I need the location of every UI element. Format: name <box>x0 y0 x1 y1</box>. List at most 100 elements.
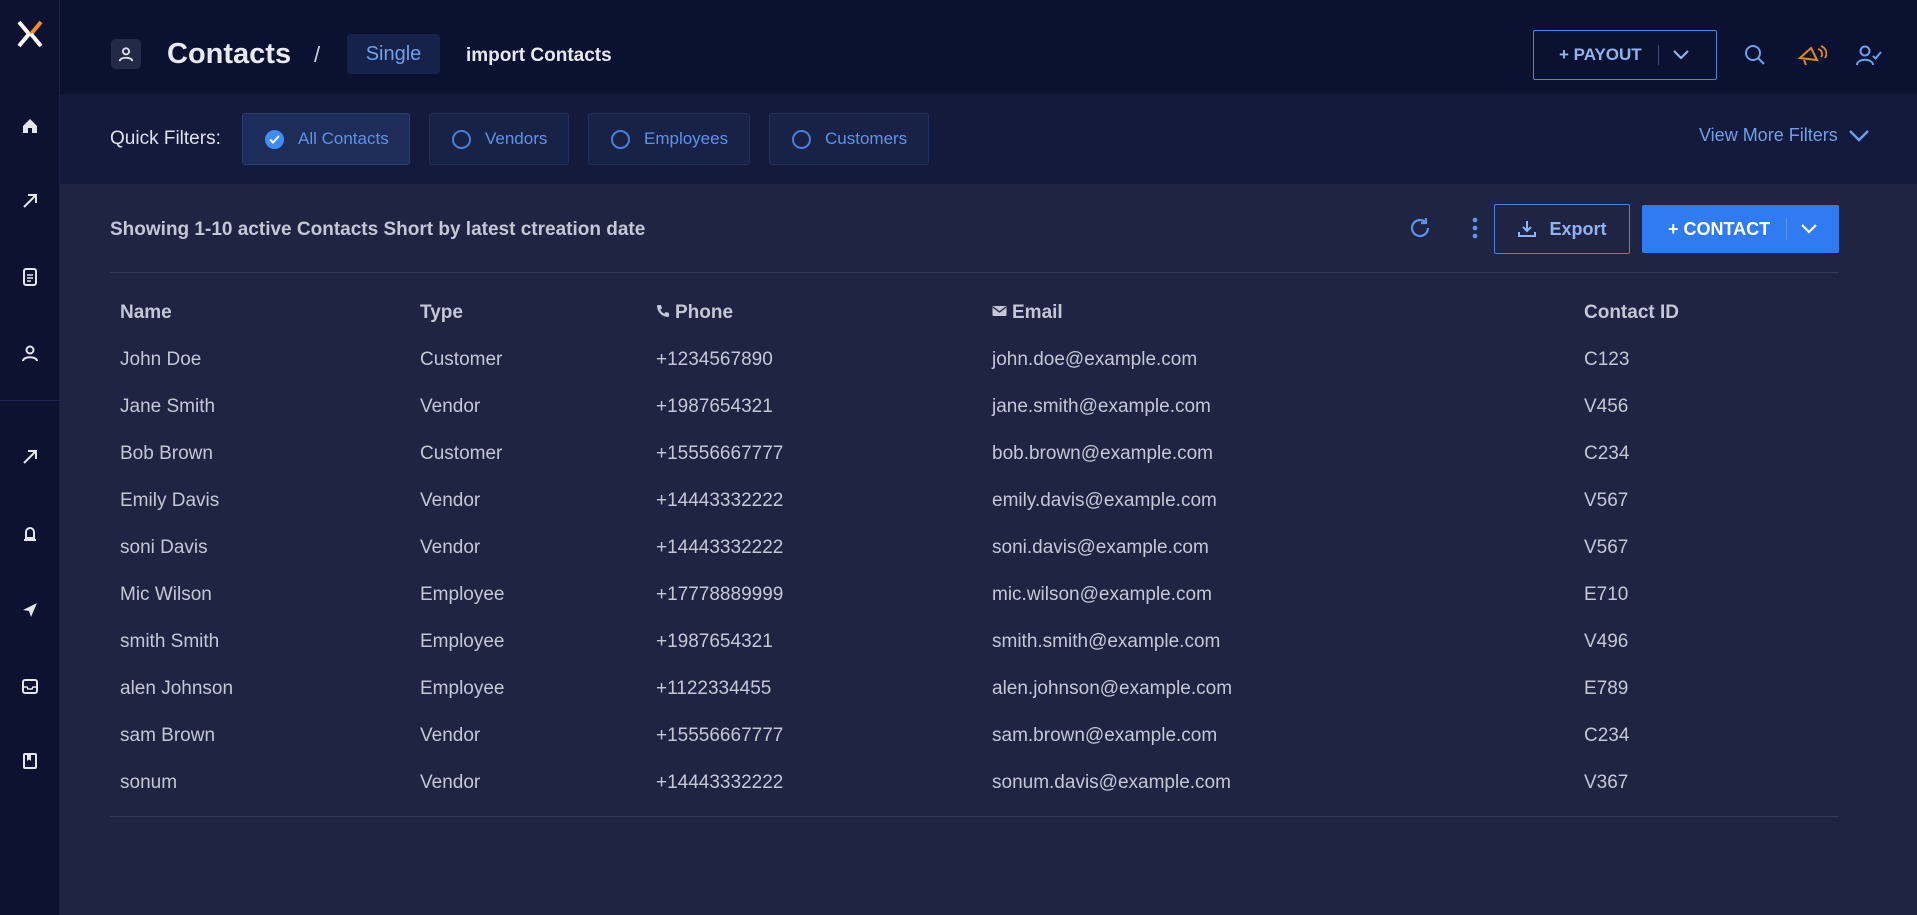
table-row[interactable]: John Doe Customer +1234567890 john.doe@e… <box>110 336 1839 383</box>
add-contact-label: + CONTACT <box>1668 218 1771 239</box>
bell-icon <box>24 527 36 541</box>
table-row[interactable]: smith Smith Employee +1987654321 smith.s… <box>110 618 1839 665</box>
table-row[interactable]: alen Johnson Employee +1122334455 alen.j… <box>110 665 1839 712</box>
cell-email: soni.davis@example.com <box>992 537 1209 558</box>
table-row[interactable]: soni Davis Vendor +14443332222 soni.davi… <box>110 524 1839 571</box>
sidebar <box>0 0 60 915</box>
export-button[interactable]: Export <box>1494 204 1630 254</box>
cell-email: sonum.davis@example.com <box>992 772 1231 793</box>
quick-filters-label: Quick Filters: <box>110 128 221 149</box>
column-header-phone[interactable]: Phone <box>656 289 733 336</box>
cell-phone: +15556667777 <box>656 725 784 746</box>
cell-email: mic.wilson@example.com <box>992 584 1212 605</box>
add-contact-divider <box>1786 218 1788 240</box>
arrow-up-right-icon <box>23 194 37 208</box>
column-header-email[interactable]: Email <box>992 289 1063 336</box>
filter-employees[interactable]: Employees <box>588 113 750 165</box>
sidebar-payouts[interactable] <box>0 437 60 477</box>
filter-customers[interactable]: Customers <box>769 113 929 165</box>
cell-contact-id: C234 <box>1584 443 1630 464</box>
cell-phone: +14443332222 <box>656 772 784 793</box>
payout-button[interactable]: + PAYOUT <box>1533 30 1717 80</box>
cell-email: bob.brown@example.com <box>992 443 1214 464</box>
home-icon <box>23 119 37 133</box>
sidebar-transfers[interactable] <box>0 181 60 221</box>
radio-icon <box>792 129 811 149</box>
export-label: Export <box>1549 218 1607 239</box>
envelope-icon <box>992 305 1007 316</box>
cell-name: smith Smith <box>120 631 220 652</box>
user-icon <box>22 345 38 362</box>
sidebar-documents[interactable] <box>0 257 60 297</box>
contacts-table: Name Type Phone Email Contact ID John Do… <box>110 289 1839 806</box>
cell-email: alen.johnson@example.com <box>992 678 1233 699</box>
filter-label: Vendors <box>485 129 548 148</box>
quick-filters-bar: Quick Filters: All Contacts Vendors Empl… <box>60 94 1917 184</box>
sidebar-inbox[interactable] <box>0 666 60 706</box>
add-contact-button[interactable]: + CONTACT <box>1642 205 1839 253</box>
cell-contact-id: V367 <box>1584 772 1629 793</box>
cell-email: john.doe@example.com <box>992 349 1198 370</box>
user-account-icon[interactable] <box>1854 40 1884 70</box>
filter-label: Employees <box>644 129 729 148</box>
sidebar-home[interactable] <box>0 106 60 146</box>
column-header-type[interactable]: Type <box>420 289 463 336</box>
cell-contact-id: V456 <box>1584 396 1629 417</box>
tab-single[interactable]: Single <box>347 34 440 74</box>
column-header-contact-id[interactable]: Contact ID <box>1584 289 1679 336</box>
radio-icon <box>611 129 630 149</box>
cell-name: Bob Brown <box>120 443 213 464</box>
chevron-down-icon[interactable] <box>1672 50 1689 60</box>
cell-type: Vendor <box>420 725 481 746</box>
arrow-up-right-icon <box>23 450 37 464</box>
view-more-filters-link[interactable]: View More Filters <box>1699 125 1870 146</box>
cell-email: smith.smith@example.com <box>992 631 1221 652</box>
cell-name: Emily Davis <box>120 490 220 511</box>
column-header-name[interactable]: Name <box>120 289 172 336</box>
filter-vendors[interactable]: Vendors <box>429 113 569 165</box>
cell-email: jane.smith@example.com <box>992 396 1211 417</box>
table-row[interactable]: Bob Brown Customer +15556667777 bob.brow… <box>110 430 1839 477</box>
cell-type: Employee <box>420 678 505 699</box>
cell-contact-id: E789 <box>1584 678 1629 699</box>
chevron-down-icon[interactable] <box>1801 224 1817 234</box>
filter-label: Customers <box>825 129 908 148</box>
document-icon <box>23 268 37 286</box>
cell-name: soni Davis <box>120 537 208 558</box>
cell-phone: +14443332222 <box>656 490 784 511</box>
cell-contact-id: C234 <box>1584 725 1630 746</box>
app-logo[interactable] <box>0 8 60 60</box>
table-row[interactable]: sonum Vendor +14443332222 sonum.davis@ex… <box>110 759 1839 806</box>
filter-all-contacts[interactable]: All Contacts <box>242 113 410 165</box>
divider <box>110 272 1839 273</box>
column-header-email-label: Email <box>1012 302 1063 323</box>
cell-type: Vendor <box>420 490 481 511</box>
sidebar-send[interactable] <box>0 590 60 630</box>
cell-contact-id: V496 <box>1584 631 1629 652</box>
column-header-phone-label: Phone <box>675 302 734 323</box>
tab-import-contacts[interactable]: import Contacts <box>466 45 612 67</box>
more-options-icon[interactable] <box>1465 212 1485 244</box>
sidebar-book[interactable] <box>0 741 60 781</box>
sidebar-contacts[interactable] <box>0 333 60 373</box>
phone-icon <box>657 304 669 317</box>
table-row[interactable]: Jane Smith Vendor +1987654321 jane.smith… <box>110 383 1839 430</box>
top-header: Contacts / Single import Contacts + PAYO… <box>60 0 1917 94</box>
table-row[interactable]: Emily Davis Vendor +14443332222 emily.da… <box>110 477 1839 524</box>
cell-contact-id: V567 <box>1584 537 1629 558</box>
table-row[interactable]: sam Brown Vendor +15556667777 sam.brown@… <box>110 712 1839 759</box>
search-icon[interactable] <box>1740 40 1770 70</box>
refresh-icon[interactable] <box>1405 212 1435 244</box>
cell-name: alen Johnson <box>120 678 234 699</box>
cell-phone: +14443332222 <box>656 537 784 558</box>
results-summary: Showing 1-10 active Contacts Short by la… <box>110 219 646 240</box>
radio-icon <box>452 129 471 149</box>
cell-name: Mic Wilson <box>120 584 212 605</box>
cell-phone: +17778889999 <box>656 584 784 605</box>
table-row[interactable]: Mic Wilson Employee +17778889999 mic.wil… <box>110 571 1839 618</box>
table-body: John Doe Customer +1234567890 john.doe@e… <box>110 336 1839 806</box>
page-title: Contacts <box>167 38 292 70</box>
megaphone-icon[interactable] <box>1797 40 1827 70</box>
cell-email: sam.brown@example.com <box>992 725 1218 746</box>
sidebar-notifications[interactable] <box>0 514 60 554</box>
